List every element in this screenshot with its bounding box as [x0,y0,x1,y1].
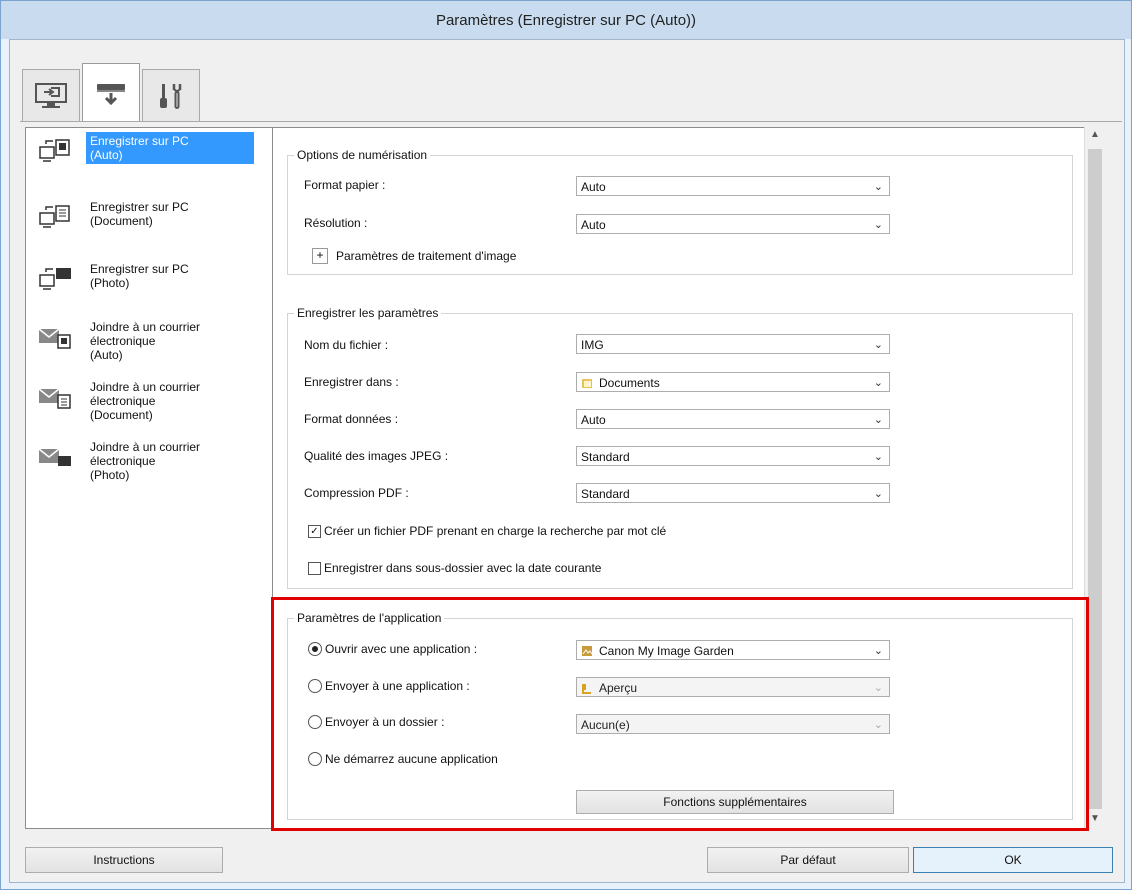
date-subfolder-checkbox[interactable]: Enregistrer dans sous-dossier avec la da… [308,561,601,575]
chevron-down-icon: ⌄ [873,451,883,463]
save-to-pc-icon [26,132,86,172]
tools-icon [160,84,182,109]
select-value: Auto [581,218,606,232]
checkbox-checked-icon: ✓ [308,524,321,538]
image-processing-label[interactable]: Paramètres de traitement d'image [336,249,516,263]
select-value: Standard [581,487,630,501]
defaults-button[interactable]: Par défaut [707,847,909,873]
pdf-compression-label: Compression PDF : [304,486,409,500]
list-item-label: Enregistrer sur PC (Document) [90,200,189,228]
list-item-save-pc-document[interactable]: Enregistrer sur PC (Document) [26,198,272,238]
mail-document-icon [26,378,86,418]
resolution-label: Résolution : [304,216,368,230]
list-item-label: Joindre à un courrier électronique (Phot… [90,440,201,482]
checkbox-label: Enregistrer dans sous-dossier avec la da… [324,561,602,575]
chevron-down-icon: ⌄ [873,377,883,389]
tab-scan-from-computer[interactable] [22,69,80,122]
data-format-select[interactable]: Auto ⌄ [576,409,890,429]
scroll-down-icon[interactable]: ▼ [1090,813,1100,824]
checkbox-label: Créer un fichier PDF prenant en charge l… [324,524,667,538]
jpeg-quality-label: Qualité des images JPEG : [304,449,449,463]
list-item-mail-document[interactable]: Joindre à un courrier électronique (Docu… [26,378,272,424]
list-item-save-pc-auto[interactable]: Enregistrer sur PC (Auto) [26,132,272,172]
file-name-label: Nom du fichier : [304,338,389,352]
chevron-down-icon: ⌄ [873,339,883,351]
list-item-save-pc-photo[interactable]: Enregistrer sur PC (Photo) [26,260,272,300]
paper-size-label: Format papier : [304,178,386,192]
highlight-frame [271,597,1089,831]
computer-scan-icon [35,83,67,108]
window-title: Paramètres (Enregistrer sur PC (Auto)) [1,1,1131,39]
resolution-select[interactable]: Auto ⌄ [576,214,890,234]
instructions-button[interactable]: Instructions [25,847,223,873]
mail-photo-icon [26,438,86,478]
scanner-icon [97,84,125,106]
scan-options-group: Options de numérisation Format papier : … [287,148,1073,275]
save-document-icon [26,198,86,238]
select-value: Auto [581,180,606,194]
scrollbar-thumb[interactable] [1088,149,1102,809]
save-settings-group: Enregistrer les paramètres Nom du fichie… [287,306,1073,589]
tab-divider [20,121,1122,122]
select-value: IMG [581,338,604,352]
chevron-down-icon: ⌄ [873,414,883,426]
save-in-select[interactable]: Documents ⌄ [576,372,890,392]
data-format-label: Format données : [304,412,399,426]
list-item-mail-auto[interactable]: Joindre à un courrier électronique (Auto… [26,318,272,364]
list-item-mail-photo[interactable]: Joindre à un courrier électronique (Phot… [26,438,272,484]
scan-mode-list: Enregistrer sur PC (Auto) Enregistrer su… [25,127,273,829]
chevron-down-icon: ⌄ [873,181,883,193]
scroll-up-icon[interactable]: ▲ [1090,129,1100,140]
tab-scan-from-panel[interactable] [82,63,140,122]
file-name-combo[interactable]: IMG ⌄ [576,334,890,354]
list-item-label: Joindre à un courrier électronique (Docu… [90,380,201,422]
ok-button[interactable]: OK [913,847,1113,873]
list-item-label: Enregistrer sur PC (Auto) [86,132,254,164]
pdf-compression-select[interactable]: Standard ⌄ [576,483,890,503]
group-title: Enregistrer les paramètres [294,306,442,320]
mail-auto-icon [26,318,86,358]
paper-size-select[interactable]: Auto ⌄ [576,176,890,196]
folder-icon [582,379,592,388]
tab-general-settings[interactable] [142,69,200,122]
group-title: Options de numérisation [294,148,431,162]
chevron-down-icon: ⌄ [873,219,883,231]
searchable-pdf-checkbox[interactable]: ✓ Créer un fichier PDF prenant en charge … [308,524,666,538]
checkbox-unchecked-icon [308,561,321,575]
expand-plus-icon[interactable]: + [312,248,328,264]
select-value: Documents [599,376,660,390]
jpeg-quality-select[interactable]: Standard ⌄ [576,446,890,466]
save-photo-icon [26,260,86,300]
save-in-label: Enregistrer dans : [304,375,399,389]
list-item-label: Joindre à un courrier électronique (Auto… [90,320,201,362]
settings-window: Paramètres (Enregistrer sur PC (Auto)) E… [0,0,1132,890]
select-value: Standard [581,450,630,464]
select-value: Auto [581,413,606,427]
tab-bar [22,63,202,122]
chevron-down-icon: ⌄ [873,488,883,500]
list-item-label: Enregistrer sur PC (Photo) [90,262,189,290]
